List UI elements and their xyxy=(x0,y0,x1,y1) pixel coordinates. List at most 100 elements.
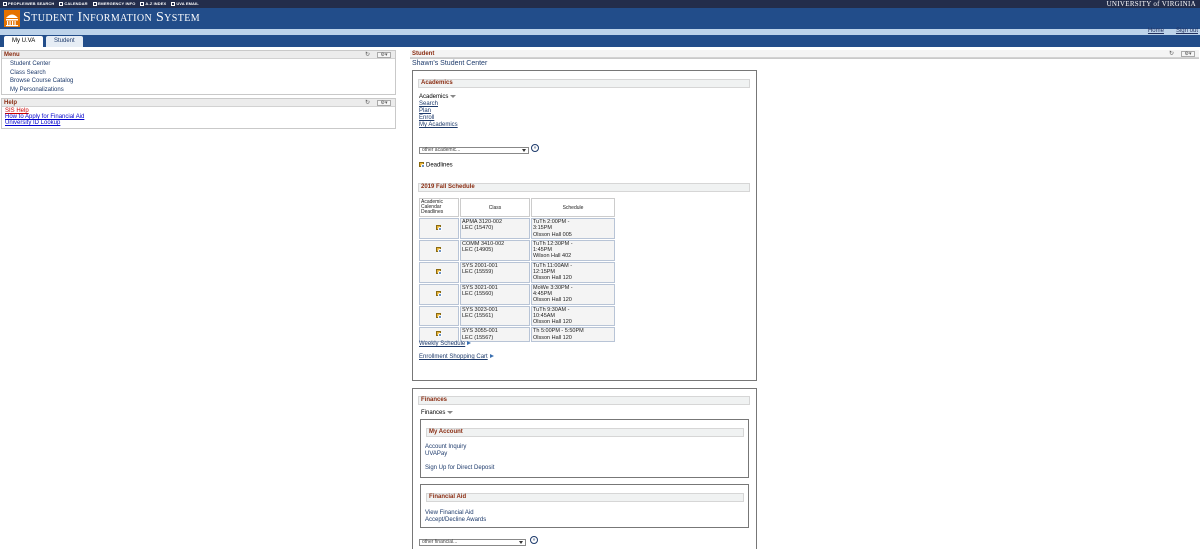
finances-header: Finances xyxy=(418,396,750,405)
class-cell[interactable]: APMA 3120-002 LEC (15470) xyxy=(460,218,530,239)
tab-student[interactable]: Student xyxy=(46,36,83,47)
square-icon xyxy=(140,1,145,6)
home-link[interactable]: Home xyxy=(1148,28,1164,34)
square-icon xyxy=(3,1,7,6)
calendar-deadlines-icon[interactable] xyxy=(435,268,443,275)
account-inquiry-link[interactable]: Account Inquiry xyxy=(425,444,466,451)
menu-pagelet: Menu ↻ ⚙▾ Student Center Class Search Br… xyxy=(1,50,396,95)
accept-decline-awards-link[interactable]: Accept/Decline Awards xyxy=(425,517,486,524)
class-cell[interactable]: COMM 3410-002 LEC (14905) xyxy=(460,239,530,261)
settings-icon[interactable]: ⚙▾ xyxy=(377,100,391,106)
class-cell[interactable]: SYS 3023-001 LEC (15561) xyxy=(460,305,530,327)
menu-item-class-search[interactable]: Class Search xyxy=(10,69,395,78)
enroll-link[interactable]: Enroll xyxy=(419,115,434,122)
calendar-deadlines-icon[interactable] xyxy=(435,246,443,253)
uvapay-link[interactable]: UVAPay xyxy=(425,451,447,458)
calendar-deadlines-icon[interactable] xyxy=(435,312,443,319)
deadline-cell[interactable] xyxy=(419,261,459,283)
table-row: APMA 3120-002 LEC (15470) TuTh 2:00PM -3:… xyxy=(419,218,615,239)
settings-icon[interactable]: ⚙▾ xyxy=(377,52,391,58)
academics-header: Academics xyxy=(418,79,750,88)
table-row: SYS 3021-001 LEC (15560) MoWe 3:30PM -4:4… xyxy=(419,283,615,305)
dropdown-arrow-icon xyxy=(519,541,523,544)
play-arrow-icon xyxy=(489,354,494,359)
menu-item-browse-catalog[interactable]: Browse Course Catalog xyxy=(10,77,395,86)
table-row: SYS 2001-001 LEC (15559) TuTh 11:00AM -12… xyxy=(419,261,615,283)
my-account-header: My Account xyxy=(426,428,744,437)
direct-deposit-link[interactable]: Sign Up for Direct Deposit xyxy=(425,465,494,472)
uva-email-link[interactable]: UVA EMAIL xyxy=(171,1,199,6)
refresh-icon[interactable]: ↻ xyxy=(364,52,371,58)
view-financial-aid-link[interactable]: View Financial Aid xyxy=(425,510,474,517)
deadlines-link[interactable]: Deadlines xyxy=(419,162,453,170)
menu-item-student-center[interactable]: Student Center xyxy=(10,60,395,69)
square-icon xyxy=(59,1,64,6)
class-cell[interactable]: SYS 3021-001 LEC (15560) xyxy=(460,283,530,305)
square-icon xyxy=(171,1,176,6)
class-cell[interactable]: SYS 2001-001 LEC (15559) xyxy=(460,261,530,283)
schedule-cell: TuTh 2:00PM -3:15PM Olsson Hall 005 xyxy=(531,218,615,239)
sign-out-link[interactable]: Sign out xyxy=(1176,28,1198,34)
my-academics-link[interactable]: My Academics xyxy=(419,122,458,129)
table-row: SYS 3055-001 LEC (15567) Th 5:00PM - 5:50… xyxy=(419,327,615,343)
student-title: Student xyxy=(412,51,435,57)
tab-bar: My U.VA Student xyxy=(0,35,1200,47)
col-header-deadlines: Academic Calendar Deadlines xyxy=(419,198,459,217)
deadline-cell[interactable] xyxy=(419,239,459,261)
col-header-class: Class xyxy=(460,198,530,217)
help-pagelet: Help ↻ ⚙▾ SIS Help How to Apply for Fina… xyxy=(1,98,396,129)
schedule-cell: TuTh 9:30AM -10:45AM Olsson Hall 120 xyxy=(531,305,615,327)
emergency-info-link[interactable]: EMERGENCY INFO xyxy=(92,1,136,6)
settings-icon[interactable]: ⚙▾ xyxy=(1181,51,1195,57)
tab-my-uva[interactable]: My U.VA xyxy=(4,36,44,47)
rotunda-logo-icon xyxy=(4,10,20,27)
app-title: Student Information System xyxy=(23,10,201,25)
a-z-index-link[interactable]: A-Z INDEX xyxy=(140,1,166,6)
refresh-icon[interactable]: ↻ xyxy=(1168,51,1175,57)
square-icon xyxy=(92,1,97,6)
table-row: COMM 3410-002 LEC (14905) TuTh 12:30PM -1… xyxy=(419,239,615,261)
play-arrow-icon xyxy=(467,341,472,346)
financial-aid-header: Financial Aid xyxy=(426,493,744,502)
calendar-deadlines-icon[interactable] xyxy=(435,225,443,232)
other-academic-select[interactable]: other academic... xyxy=(419,147,529,154)
schedule-cell: Th 5:00PM - 5:50PM Olsson Hall 120 xyxy=(531,327,615,343)
calendar-deadlines-icon[interactable] xyxy=(435,290,443,297)
fall-schedule-header: 2019 Fall Schedule xyxy=(418,183,750,192)
deadline-cell[interactable] xyxy=(419,218,459,239)
class-cell[interactable]: SYS 3055-001 LEC (15567) xyxy=(460,327,530,343)
university-id-lookup-link[interactable]: University ID Lookup xyxy=(5,120,395,126)
deadline-cell[interactable] xyxy=(419,283,459,305)
dropdown-arrow-icon xyxy=(522,149,526,152)
util-links: Home Sign out xyxy=(1148,28,1198,34)
top-utility-bar: PEOPLE/WEB SEARCH CALENDAR EMERGENCY INF… xyxy=(0,0,1200,8)
schedule-cell: MoWe 3:30PM -4:45PM Olsson Hall 120 xyxy=(531,283,615,305)
student-pagelet-header: Student ↻ ⚙▾ xyxy=(410,50,1199,59)
help-title: Help xyxy=(4,100,18,106)
schedule-table: Academic Calendar Deadlines Class Schedu… xyxy=(418,197,616,343)
academic-go-button[interactable]: » xyxy=(531,144,539,152)
calendar-deadlines-icon xyxy=(419,162,426,168)
shopping-cart-link[interactable]: Enrollment Shopping Cart xyxy=(419,354,494,361)
schedule-cell: TuTh 12:30PM -1:45PM Wilson Hall 402 xyxy=(531,239,615,261)
menu-item-personalizations[interactable]: My Personalizations xyxy=(10,86,395,95)
uva-logo[interactable]: UNIVERSITY of VIRGINIA xyxy=(1107,0,1196,8)
calendar-link[interactable]: CALENDAR xyxy=(59,1,88,6)
weekly-schedule-link[interactable]: Weekly Schedule xyxy=(419,341,472,348)
plan-link[interactable]: Plan xyxy=(419,108,431,115)
calendar-deadlines-icon[interactable] xyxy=(435,331,443,338)
header-banner: Student Information System xyxy=(0,8,1200,29)
financial-go-button[interactable]: » xyxy=(530,536,538,544)
schedule-cell: TuTh 11:00AM -12:15PM Olsson Hall 120 xyxy=(531,261,615,283)
chevron-down-icon xyxy=(450,94,457,98)
people-search-link[interactable]: PEOPLE/WEB SEARCH xyxy=(3,1,54,6)
deadline-cell[interactable] xyxy=(419,305,459,327)
finances-dropdown[interactable]: Finances xyxy=(421,410,454,417)
other-financial-select[interactable]: other financial... xyxy=(419,539,526,546)
refresh-icon[interactable]: ↻ xyxy=(364,100,371,106)
table-row: SYS 3023-001 LEC (15561) TuTh 9:30AM -10:… xyxy=(419,305,615,327)
academics-dropdown[interactable]: Academics xyxy=(419,94,457,101)
col-header-schedule: Schedule xyxy=(531,198,615,217)
deadline-cell[interactable] xyxy=(419,327,459,343)
search-link[interactable]: Search xyxy=(419,101,438,108)
